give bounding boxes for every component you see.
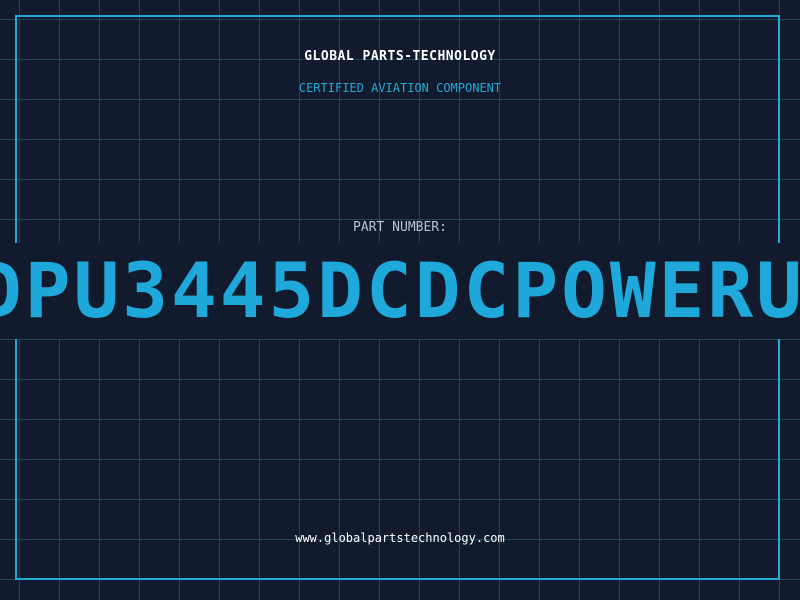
company-name: GLOBAL PARTS-TECHNOLOGY (304, 49, 496, 64)
part-number-label: PART NUMBER: (353, 220, 447, 235)
part-number-value: DPU3445DCDCPOWERUNIT (0, 246, 800, 335)
certification-subtitle: CERTIFIED AVIATION COMPONENT (298, 81, 502, 95)
certificate-card: GLOBAL PARTS-TECHNOLOGY CERTIFIED AVIATI… (0, 0, 800, 600)
website-link[interactable]: www.globalpartstechnology.com (0, 531, 800, 545)
